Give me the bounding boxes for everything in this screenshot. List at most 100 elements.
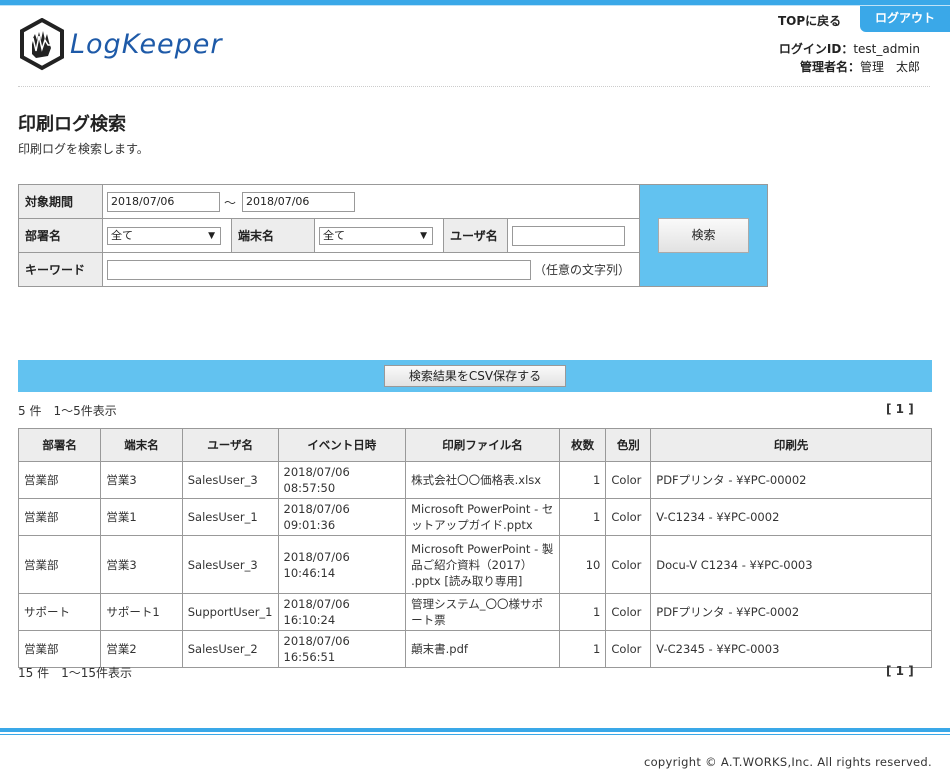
logout-button[interactable]: ログアウト [860,6,950,32]
cell-printer: Docu-V C1234 - ¥¥PC-0003 [650,535,932,594]
cell-pages: 1 [558,593,607,631]
manager-name-value: 管理 太郎 [859,60,920,74]
cell-datetime: 2018/07/06 08:57:50 [277,461,407,499]
page-title: 印刷ログ検索 [18,114,126,135]
date-from-input[interactable]: 2018/07/06 [107,192,220,212]
cell-terminal: サポート1 [100,593,183,631]
cell-color: Color [605,535,652,594]
department-select[interactable]: 全て ▼ [107,227,221,245]
page-description: 印刷ログを検索します。 [18,142,149,156]
cell-datetime: 2018/07/06 09:01:36 [277,498,407,536]
cell-user: SalesUser_3 [181,461,279,499]
cell-pages: 1 [558,461,607,499]
top-page-link[interactable]: TOPに戻る [778,12,841,29]
column-header[interactable]: ユーザ名 [181,428,279,462]
pager-top-link[interactable]: [ 1 ] [886,402,914,416]
login-info: ログインID：test_admin 管理者名：管理 太郎 [779,40,920,76]
cell-datetime: 2018/07/06 16:10:24 [277,593,407,631]
terminal-select-value: 全て [323,229,345,242]
cell-terminal: 営業1 [100,498,183,536]
cell-pages: 1 [558,498,607,536]
cell-color: Color [605,593,652,631]
top-accent-line [0,5,950,6]
cell-user: SalesUser_3 [181,535,279,594]
table-row: 営業部 営業2 SalesUser_2 2018/07/06 16:56:51 … [17,630,932,668]
chevron-down-icon: ▼ [208,231,215,241]
column-header[interactable]: 端末名 [100,428,183,462]
csv-bar: 検索結果をCSV保存する [18,360,932,392]
results-table: 部署名 端末名 ユーザ名 イベント日時 印刷ファイル名 枚数 色別 印刷先 営業… [17,428,932,668]
cell-printer: PDFプリンタ - ¥¥PC-0002 [650,593,932,631]
keyword-input[interactable] [107,260,531,280]
logo-icon: LogKeeper [20,18,223,71]
logkeeper-logo[interactable]: LogKeeper [18,18,318,74]
cell-printer: PDFプリンタ - ¥¥PC-00002 [650,461,932,499]
copyright: copyright © A.T.WORKS,Inc. All rights re… [643,755,932,769]
user-label: ユーザ名 [443,219,508,252]
department-select-value: 全て [111,229,133,242]
cell-color: Color [605,630,652,668]
cell-printer: V-C1234 - ¥¥PC-0002 [650,498,932,536]
terminal-label: 端末名 [231,219,315,252]
cell-datetime: 2018/07/06 10:46:14 [277,535,407,594]
cell-terminal: 営業2 [100,630,183,668]
keyword-label: キーワード [19,253,103,286]
column-header[interactable]: 印刷先 [650,428,932,462]
login-id-label: ログインID： [778,42,854,56]
cell-department: 営業部 [17,498,102,536]
manager-name-label: 管理者名： [799,60,860,74]
user-name-input[interactable] [512,226,625,246]
search-button[interactable]: 検索 [658,218,749,253]
table-row: サポート サポート1 SupportUser_1 2018/07/06 16:1… [17,593,932,631]
csv-save-button[interactable]: 検索結果をCSV保存する [384,365,566,387]
cell-filename: 株式会社〇〇価格表.xlsx [405,461,560,499]
column-header[interactable]: イベント日時 [277,428,407,462]
cell-filename: Microsoft PowerPoint - 製品ご紹介資料（2017） .pp… [405,535,560,594]
cell-printer: V-C2345 - ¥¥PC-0003 [650,630,932,668]
cell-user: SalesUser_2 [181,630,279,668]
filter-row: 部署名 全て ▼ 端末名 全て ▼ ユーザ名 [19,219,639,253]
footer-accent-line [0,734,950,735]
period-label: 対象期間 [19,185,103,218]
cell-terminal: 営業3 [100,461,183,499]
cell-department: サポート [17,593,102,631]
table-row: 営業部 営業3 SalesUser_3 2018/07/06 08:57:50 … [17,461,932,499]
column-header[interactable]: 部署名 [17,428,102,462]
login-id-value: test_admin [853,42,920,56]
footer-accent-bar [0,728,950,732]
keyword-row: キーワード （任意の文字列） [19,253,639,286]
pager-top[interactable]: [ 1 ] [886,402,914,416]
column-header[interactable]: 色別 [605,428,652,462]
result-count-top: 5 件 1～5件表示 [18,404,117,418]
cell-color: Color [605,498,652,536]
cell-color: Color [605,461,652,499]
table-row: 営業部 営業1 SalesUser_1 2018/07/06 09:01:36 … [17,498,932,536]
cell-pages: 1 [558,630,607,668]
column-header[interactable]: 印刷ファイル名 [405,428,560,462]
cell-filename: 管理システム_〇〇様サポート票 [405,593,560,631]
cell-department: 営業部 [17,461,102,499]
date-to-input[interactable]: 2018/07/06 [242,192,355,212]
cell-datetime: 2018/07/06 16:56:51 [277,630,407,668]
department-label: 部署名 [19,219,103,252]
date-range-tilde: ～ [224,196,237,210]
header-divider [18,86,930,87]
chevron-down-icon: ▼ [420,231,427,241]
search-button-panel: 検索 [639,185,767,286]
keyword-hint: （任意の文字列） [534,263,631,277]
cell-pages: 10 [558,535,607,594]
cell-terminal: 営業3 [100,535,183,594]
cell-user: SupportUser_1 [181,593,279,631]
svg-text:LogKeeper: LogKeeper [70,29,223,60]
result-count-bottom: 15 件 1～15件表示 [18,666,132,680]
search-form: 対象期間 2018/07/06 ～ 2018/07/06 部署名 全て ▼ 端末名… [18,184,768,287]
pager-bottom-link[interactable]: [ 1 ] [886,664,914,678]
cell-department: 営業部 [17,535,102,594]
pager-bottom[interactable]: [ 1 ] [886,664,914,678]
terminal-select[interactable]: 全て ▼ [319,227,433,245]
table-header-row: 部署名 端末名 ユーザ名 イベント日時 印刷ファイル名 枚数 色別 印刷先 [17,428,932,462]
cell-filename: Microsoft PowerPoint - セットアップガイド.pptx [405,498,560,536]
column-header[interactable]: 枚数 [558,428,607,462]
cell-filename: 顛末書.pdf [405,630,560,668]
period-row: 対象期間 2018/07/06 ～ 2018/07/06 [19,185,639,219]
